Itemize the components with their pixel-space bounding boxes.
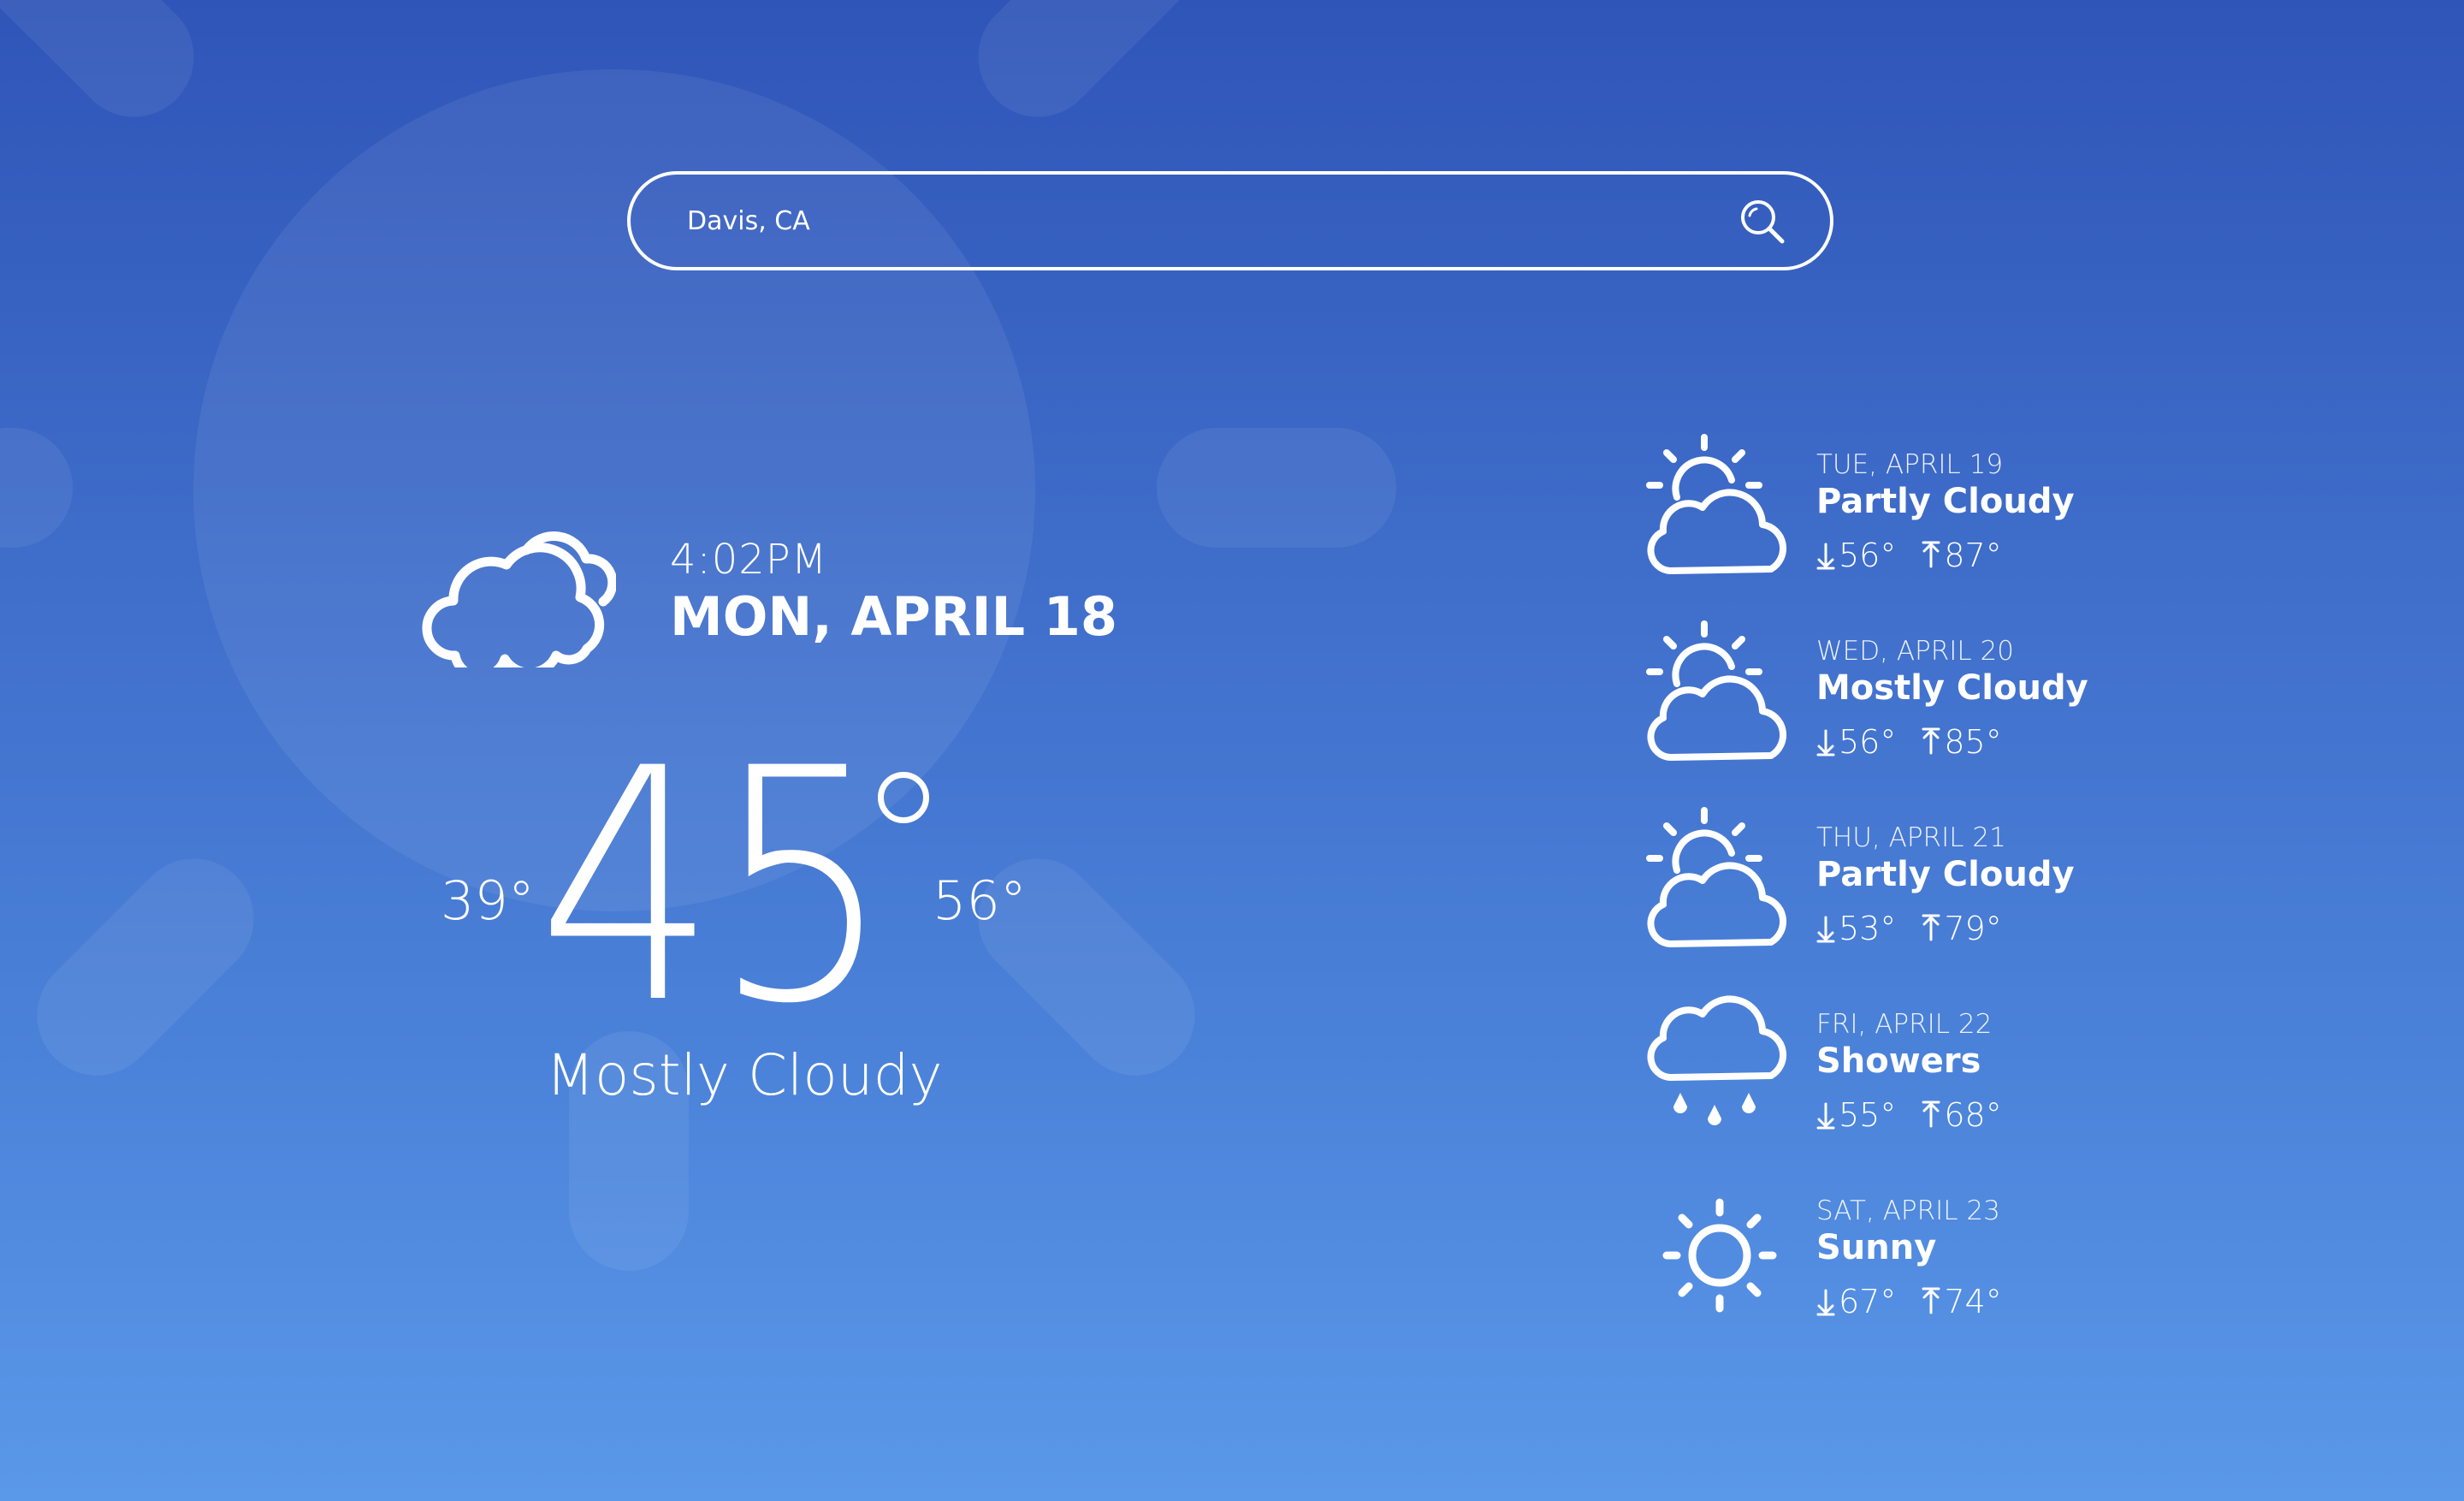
forecast-low: 67° (1839, 1283, 1897, 1320)
location-search-input[interactable] (687, 175, 1714, 267)
forecast-high: 74° (1944, 1283, 2002, 1320)
forecast-item: SAT, APRIL 23 Sunny 67° 74° (1643, 1178, 2242, 1341)
forecast-high: 85° (1944, 723, 2002, 761)
forecast-temps: 53° 79° (1816, 910, 2002, 947)
arrow-up-icon (1922, 1101, 1940, 1128)
forecast-item: WED, APRIL 20 Mostly Cloudy 56° 85° (1643, 619, 2242, 781)
forecast-day: WED, APRIL 20 (1816, 636, 2014, 667)
current-low-temp: 39° (441, 869, 535, 932)
forecast-temps: 67° 74° (1816, 1283, 2002, 1320)
forecast-item: THU, APRIL 21 Partly Cloudy 53° 79° (1643, 805, 2242, 968)
arrow-down-icon (1816, 543, 1835, 570)
search-icon (1741, 200, 1785, 244)
forecast-low: 56° (1839, 723, 1897, 761)
current-high-temp: 56° (933, 869, 1027, 932)
forecast-low: 55° (1839, 1096, 1897, 1134)
forecast-condition: Sunny (1816, 1228, 1937, 1267)
partly-cloudy-icon (1646, 807, 1787, 947)
arrow-up-icon (1922, 727, 1940, 755)
degree-symbol (878, 772, 929, 823)
current-date: MON, APRIL 18 (670, 585, 1118, 648)
forecast-day: TUE, APRIL 19 (1816, 449, 2004, 480)
forecast-low: 56° (1839, 537, 1897, 574)
forecast-item: TUE, APRIL 19 Partly Cloudy 56° 87° (1643, 432, 2242, 595)
forecast-temps: 55° 68° (1816, 1096, 2002, 1134)
arrow-up-icon (1922, 1287, 1940, 1314)
current-time: 4:02PM (670, 536, 828, 584)
forecast-condition: Mostly Cloudy (1816, 668, 2088, 708)
forecast-item: FRI, APRIL 22 Showers 55° 68° (1643, 992, 2242, 1154)
arrow-up-icon (1922, 541, 1940, 568)
forecast-day: SAT, APRIL 23 (1816, 1195, 2000, 1226)
arrow-down-icon (1816, 1289, 1835, 1316)
forecast-high: 68° (1944, 1096, 2002, 1134)
arrow-down-icon (1816, 1102, 1835, 1130)
location-search-bar (627, 171, 1833, 270)
search-button[interactable] (1738, 197, 1787, 246)
partly-cloudy-icon (1646, 620, 1787, 761)
forecast-temps: 56° 85° (1816, 723, 2002, 761)
forecast-day: THU, APRIL 21 (1816, 822, 2006, 853)
current-condition: Mostly Cloudy (546, 1042, 943, 1108)
showers-icon (1647, 995, 1787, 1125)
forecast-condition: Partly Cloudy (1816, 855, 2075, 894)
forecast-low: 53° (1839, 910, 1897, 947)
cloudy-icon (422, 531, 616, 667)
current-temperature: 45 (537, 701, 892, 1074)
forecast-temps: 56° 87° (1816, 537, 2002, 574)
forecast-day: FRI, APRIL 22 (1816, 1009, 1993, 1040)
forecast-high: 79° (1944, 910, 2002, 947)
partly-cloudy-icon (1646, 434, 1787, 574)
arrow-down-icon (1816, 916, 1835, 943)
forecast-condition: Showers (1816, 1041, 1981, 1081)
arrow-up-icon (1922, 914, 1940, 941)
forecast-high: 87° (1944, 537, 2002, 574)
sunny-icon (1662, 1198, 1777, 1313)
forecast-condition: Partly Cloudy (1816, 482, 2075, 521)
arrow-down-icon (1816, 729, 1835, 756)
